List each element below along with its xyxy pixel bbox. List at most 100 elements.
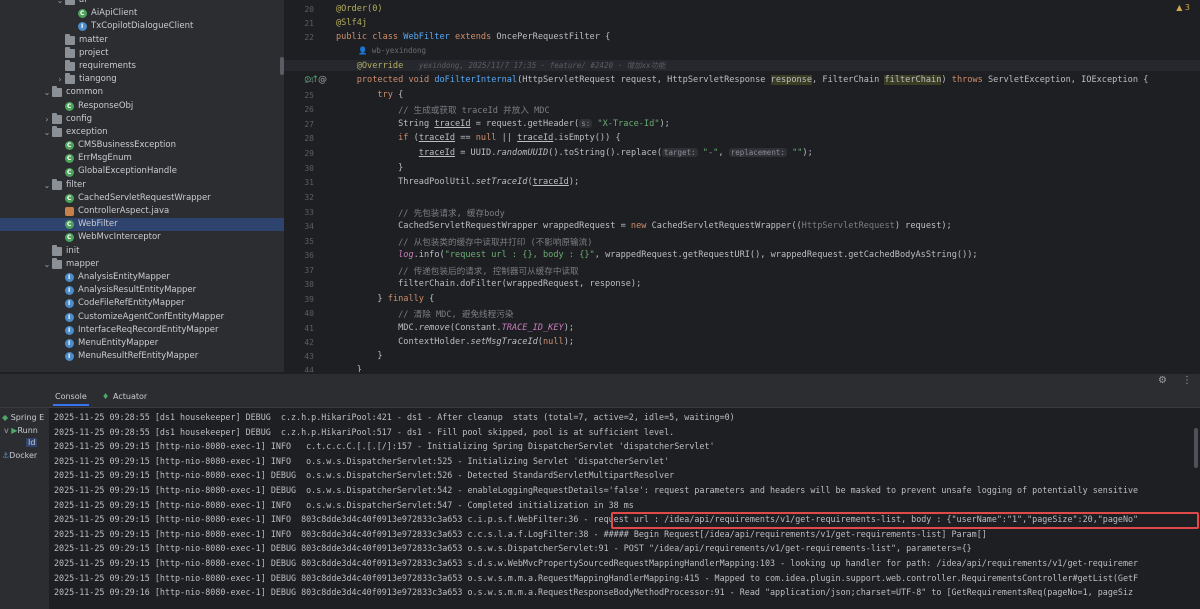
- line-number[interactable]: 25: [284, 91, 314, 100]
- tree-item[interactable]: requirements: [0, 60, 284, 73]
- tree-item[interactable]: TxCopilotDialogueClient: [0, 20, 284, 34]
- tree-item[interactable]: ErrMsgEnum: [0, 152, 284, 166]
- more-icon[interactable]: ⋮: [1182, 375, 1192, 386]
- line-number[interactable]: 43: [284, 352, 314, 361]
- line-number[interactable]: 33: [284, 208, 314, 217]
- tree-item[interactable]: › config: [0, 112, 284, 126]
- tree-item[interactable]: ControllerAspect.java: [0, 205, 284, 218]
- line-number[interactable]: 38: [284, 280, 314, 289]
- code-token: ||: [496, 133, 518, 143]
- code-token: setTraceId: [475, 177, 528, 187]
- tree-item[interactable]: AnalysisEntityMapper: [0, 271, 284, 284]
- chevron-down-icon[interactable]: ⌄: [42, 86, 52, 99]
- tree-item[interactable]: ⌄ filter: [0, 178, 284, 192]
- line-number[interactable]: 20: [284, 5, 314, 14]
- tree-item[interactable]: ⌄ common: [0, 86, 284, 99]
- tab-console[interactable]: Console: [53, 392, 89, 406]
- run-tree-running[interactable]: v ▶Runn: [4, 426, 38, 435]
- line-number[interactable]: 41: [284, 324, 314, 333]
- tree-item[interactable]: InterfaceReqRecordEntityMapper: [0, 324, 284, 337]
- line-number[interactable]: 28: [284, 134, 314, 143]
- folder-icon: [52, 112, 62, 124]
- settings-icon[interactable]: ⚙: [1158, 375, 1167, 386]
- chevron-down-icon[interactable]: ⌄: [42, 179, 52, 192]
- tree-item[interactable]: ResponseObj: [0, 100, 284, 113]
- run-tree-label: Runn: [17, 426, 38, 435]
- code-line: CachedServletRequestWrapper wrappedReque…: [336, 221, 952, 231]
- tree-item[interactable]: CodeFileRefEntityMapper: [0, 297, 284, 311]
- tree-item[interactable]: matter: [0, 33, 284, 47]
- annotation-gutter-icon[interactable]: @: [318, 75, 327, 85]
- code-token: "X-Trace-Id": [597, 119, 660, 129]
- line-number[interactable]: 36: [284, 251, 314, 260]
- console-scrollbar[interactable]: [1194, 428, 1198, 468]
- tree-item-label: mapper: [66, 258, 100, 269]
- console-line: 2025-11-25 09:29:15 [http-nio-8080-exec-…: [54, 528, 987, 539]
- actuator-icon: ♦: [102, 392, 110, 401]
- tree-item[interactable]: CustomizeAgentConfEntityMapper: [0, 311, 284, 324]
- tree-item[interactable]: CMSBusinessException: [0, 139, 284, 152]
- tree-item[interactable]: › tiangong: [0, 73, 284, 86]
- chevron-down-icon[interactable]: ⌄: [42, 258, 52, 271]
- folder-icon: [65, 33, 75, 45]
- line-number[interactable]: 31: [284, 178, 314, 187]
- tab-actuator[interactable]: Actuator: [113, 392, 147, 401]
- tree-item-label: AnalysisEntityMapper: [78, 271, 170, 282]
- line-number[interactable]: 42: [284, 338, 314, 347]
- line-number[interactable]: 30: [284, 164, 314, 173]
- param-hint: replacement:: [728, 148, 787, 157]
- line-number[interactable]: 39: [284, 295, 314, 304]
- tree-item[interactable]: ⌄ exception: [0, 125, 284, 139]
- code-token: , wrappedRequest.getRequestURI(), wrappe…: [594, 250, 978, 260]
- chevron-down-icon[interactable]: ⌄: [42, 126, 52, 139]
- code-token: "-": [702, 148, 719, 158]
- run-tree-spring[interactable]: ◆ Spring E: [2, 413, 44, 422]
- line-number[interactable]: 27: [284, 120, 314, 129]
- class-icon: [65, 152, 74, 166]
- code-line: try {: [336, 90, 403, 100]
- tree-item[interactable]: GlobalExceptionHandle: [0, 165, 284, 179]
- chevron-right-icon[interactable]: ›: [55, 73, 65, 86]
- tree-item[interactable]: MenuEntityMapper: [0, 337, 284, 350]
- tree-item[interactable]: init: [0, 244, 284, 258]
- line-number[interactable]: 29: [284, 149, 314, 158]
- line-number[interactable]: 21: [284, 19, 314, 28]
- code-editor[interactable]: 2021222324252627282930313233343536373839…: [284, 0, 1200, 372]
- author-hint[interactable]: 👤 wb-yexindong: [358, 46, 426, 56]
- code-line: // 生成或获取 traceId 并放入 MDC: [336, 104, 550, 116]
- code-token: , FilterChain: [812, 75, 885, 85]
- tree-item[interactable]: AnalysisResultEntityMapper: [0, 284, 284, 297]
- git-blame-hint[interactable]: yexindong, 2025/11/7 17:35 · feature/ #2…: [419, 61, 666, 70]
- code-token: );: [568, 177, 580, 187]
- code-token: );: [563, 323, 575, 333]
- run-tree-app[interactable]: Id: [26, 438, 38, 447]
- code-token: }: [356, 365, 362, 372]
- chevron-down-icon[interactable]: ⌄: [55, 0, 65, 7]
- tree-item-label: CustomizeAgentConfEntityMapper: [78, 311, 225, 322]
- line-number[interactable]: 37: [284, 266, 314, 275]
- tree-item[interactable]: MenuResultRefEntityMapper: [0, 350, 284, 363]
- tree-item[interactable]: WebMvcInterceptor: [0, 231, 284, 245]
- line-number[interactable]: 22: [284, 33, 314, 42]
- override-gutter-icon[interactable]: ⊙↑: [304, 75, 319, 85]
- line-number[interactable]: 35: [284, 237, 314, 246]
- tree-item[interactable]: WebFilter: [0, 218, 284, 231]
- chevron-right-icon[interactable]: ›: [42, 113, 52, 126]
- tree-item[interactable]: ⌄ mapper: [0, 257, 284, 271]
- line-number[interactable]: 26: [284, 105, 314, 114]
- console-output[interactable]: 2025-11-25 09:28:55 [ds1 housekeeper] DE…: [49, 408, 1200, 609]
- tree-item-label: WebMvcInterceptor: [78, 232, 161, 243]
- tree-item[interactable]: CachedServletRequestWrapper: [0, 192, 284, 205]
- line-number[interactable]: 34: [284, 222, 314, 231]
- run-tree-docker[interactable]: ⚓Docker: [2, 451, 37, 460]
- code-token: "": [792, 148, 803, 158]
- run-tree-label: Spring E: [10, 413, 45, 422]
- tree-item-label: CachedServletRequestWrapper: [78, 192, 211, 203]
- tree-item[interactable]: ⌄ ai: [0, 0, 284, 7]
- tree-item[interactable]: AiApiClient: [0, 7, 284, 20]
- code-token: @Order(0): [336, 4, 383, 14]
- line-number[interactable]: 40: [284, 309, 314, 318]
- line-number[interactable]: 32: [284, 193, 314, 202]
- folder-icon: [65, 60, 75, 72]
- tree-item[interactable]: project: [0, 46, 284, 60]
